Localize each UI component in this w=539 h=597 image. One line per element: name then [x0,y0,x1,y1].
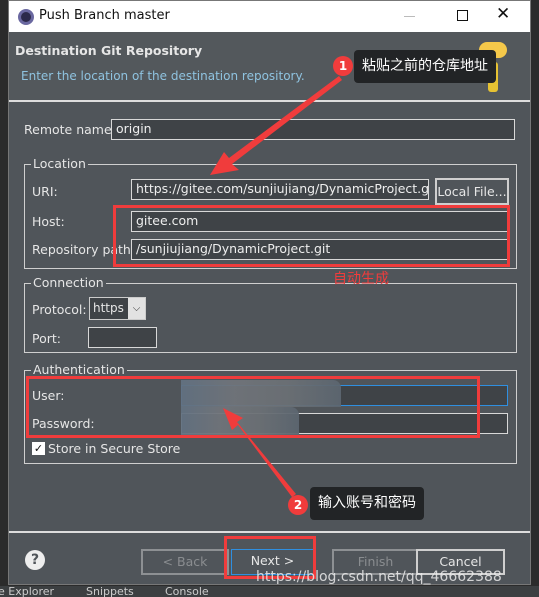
tab-console[interactable]: Console [165,586,209,597]
step-2-badge: 2 [288,495,308,515]
tab-snippets[interactable]: Snippets [86,586,134,597]
arrow-1 [210,76,342,175]
step-1-badge: 1 [333,56,353,76]
tab-explorer[interactable]: e Explorer [0,586,54,597]
step-1-tooltip: 粘贴之前的仓库地址 [354,50,496,83]
watermark: https://blog.csdn.net/qq_46662388 [256,569,502,585]
step-2-tooltip: 输入账号和密码 [310,487,424,520]
arrow-2 [223,408,296,497]
annotation-arrows [210,76,342,497]
bottom-view-tabs: e Explorer Snippets Console [0,586,539,597]
